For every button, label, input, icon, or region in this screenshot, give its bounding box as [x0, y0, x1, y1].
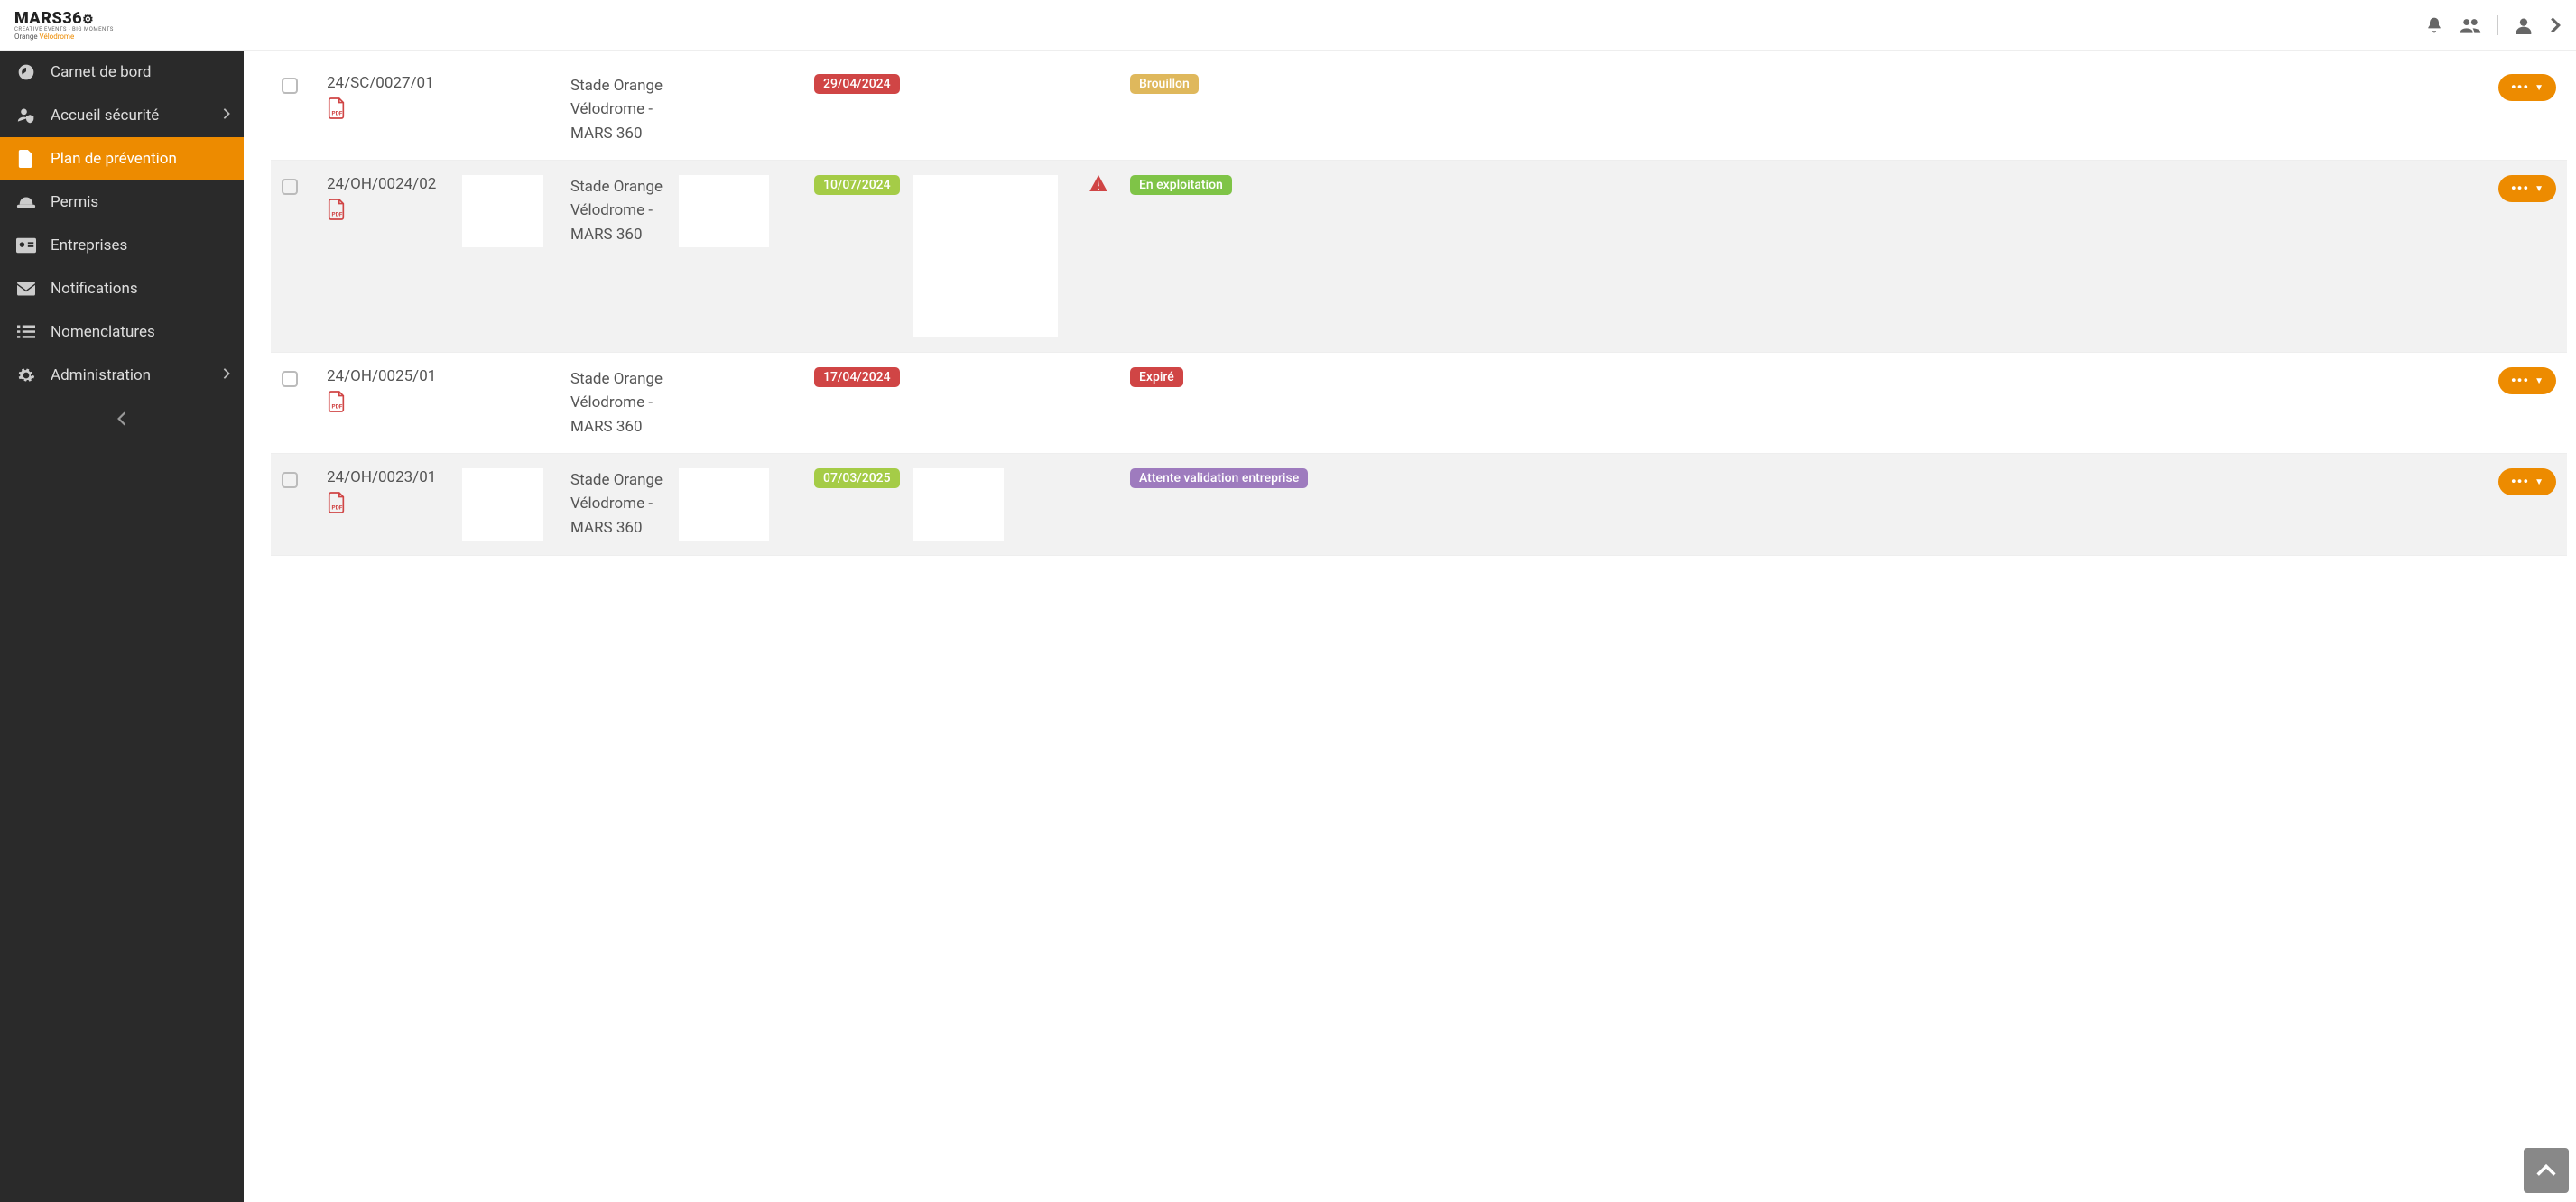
envelope-icon [16, 282, 36, 296]
row-actions-button[interactable]: ••• ▼ [2498, 367, 2556, 394]
main-content: 24/SC/0027/01 PDF Stade Orange Vélodrome -… [244, 51, 2576, 610]
reference-number: 24/OH/0025/01 [327, 367, 462, 385]
pdf-icon[interactable]: PDF [327, 391, 348, 412]
prevention-plan-table: 24/SC/0027/01 PDF Stade Orange Vélodrome -… [271, 60, 2567, 556]
header-right [2425, 15, 2562, 35]
redacted-content [679, 175, 769, 247]
location-text: Stade Orange Vélodrome - MARS 360 [570, 367, 679, 439]
sidebar-item-plan-de-prvention[interactable]: Plan de prévention [0, 137, 244, 180]
reference-number: 24/SC/0027/01 [327, 74, 462, 92]
sidebar-item-label: Carnet de bord [51, 63, 152, 81]
divider [2497, 15, 2498, 35]
row-actions-button[interactable]: ••• ▼ [2498, 468, 2556, 495]
redacted-content [462, 468, 543, 541]
dashboard-icon [16, 63, 36, 81]
sidebar-item-permis[interactable]: Permis [0, 180, 244, 224]
sidebar-item-carnet-de-bord[interactable]: Carnet de bord [0, 51, 244, 94]
date-badge: 07/03/2025 [814, 468, 900, 488]
row-checkbox[interactable] [282, 472, 298, 488]
sidebar-item-label: Permis [51, 193, 98, 211]
logo-tagline: CREATIVE EVENTS - BIG MOMENTS [14, 26, 114, 32]
redacted-content [679, 468, 769, 541]
row-actions-button[interactable]: ••• ▼ [2498, 175, 2556, 202]
sidebar-item-label: Accueil sécurité [51, 106, 159, 125]
date-badge: 10/07/2024 [814, 175, 900, 195]
svg-text:PDF: PDF [332, 504, 343, 511]
redacted-content [913, 175, 1058, 337]
row-actions-button[interactable]: ••• ▼ [2498, 74, 2556, 101]
location-text: Stade Orange Vélodrome - MARS 360 [570, 175, 679, 246]
table-row: 24/OH/0024/02 PDF Stade Orange Vélodrome -… [271, 161, 2567, 353]
ellipsis-icon: ••• [2511, 475, 2529, 489]
status-badge: Expiré [1130, 367, 1183, 387]
warning-icon [1089, 178, 1107, 195]
sidebar-item-accueil-scurit[interactable]: Accueil sécurité [0, 94, 244, 137]
ellipsis-icon: ••• [2511, 80, 2529, 95]
chevron-right-icon [222, 106, 231, 125]
pdf-icon[interactable]: PDF [327, 199, 348, 220]
sidebar: Carnet de bord Accueil sécurité Plan de pr… [0, 51, 244, 1202]
people-icon[interactable] [2460, 16, 2481, 34]
status-badge: Brouillon [1130, 74, 1199, 94]
scroll-to-top-button[interactable] [2524, 1148, 2569, 1193]
caret-down-icon: ▼ [2534, 477, 2544, 487]
caret-down-icon: ▼ [2534, 376, 2544, 386]
cog-icon [16, 366, 36, 384]
date-badge: 17/04/2024 [814, 367, 900, 387]
brand-logo[interactable]: MARS36⚙ CREATIVE EVENTS - BIG MOMENTS Or… [14, 9, 114, 41]
ellipsis-icon: ••• [2511, 374, 2529, 388]
list-icon [16, 325, 36, 339]
status-badge: En exploitation [1130, 175, 1232, 195]
location-text: Stade Orange Vélodrome - MARS 360 [570, 468, 679, 540]
chevron-right-icon[interactable] [2549, 16, 2562, 34]
svg-text:PDF: PDF [332, 402, 343, 410]
table-row: 24/SC/0027/01 PDF Stade Orange Vélodrome -… [271, 60, 2567, 161]
sidebar-item-entreprises[interactable]: Entreprises [0, 224, 244, 267]
sidebar-collapse-button[interactable] [0, 397, 244, 444]
sidebar-item-notifications[interactable]: Notifications [0, 267, 244, 310]
row-checkbox[interactable] [282, 78, 298, 94]
hardhat-icon [16, 194, 36, 210]
date-badge: 29/04/2024 [814, 74, 900, 94]
gear-icon: ⚙ [82, 13, 94, 27]
chevron-right-icon [222, 366, 231, 384]
logo-text: MARS36 [14, 9, 82, 28]
user-shield-icon [16, 106, 36, 125]
table-row: 24/OH/0023/01 PDF Stade Orange Vélodrome -… [271, 454, 2567, 556]
sidebar-item-administration[interactable]: Administration [0, 354, 244, 397]
file-icon [16, 150, 36, 168]
sidebar-item-label: Notifications [51, 280, 138, 298]
table-row: 24/OH/0025/01 PDF Stade Orange Vélodrome -… [271, 353, 2567, 454]
pdf-icon[interactable]: PDF [327, 492, 348, 513]
logo-subbrand: Orange Vélodrome [14, 32, 74, 41]
sidebar-item-label: Entreprises [51, 236, 127, 254]
reference-number: 24/OH/0023/01 [327, 468, 462, 486]
top-header: MARS36⚙ CREATIVE EVENTS - BIG MOMENTS Or… [0, 0, 2576, 51]
sidebar-item-label: Nomenclatures [51, 323, 155, 341]
bell-icon[interactable] [2425, 16, 2443, 34]
caret-down-icon: ▼ [2534, 184, 2544, 194]
caret-down-icon: ▼ [2534, 83, 2544, 93]
svg-text:PDF: PDF [332, 109, 343, 116]
sidebar-item-label: Administration [51, 366, 151, 384]
location-text: Stade Orange Vélodrome - MARS 360 [570, 74, 679, 145]
sidebar-item-nomenclatures[interactable]: Nomenclatures [0, 310, 244, 354]
row-checkbox[interactable] [282, 179, 298, 195]
row-checkbox[interactable] [282, 371, 298, 387]
svg-text:PDF: PDF [332, 210, 343, 217]
ellipsis-icon: ••• [2511, 181, 2529, 196]
redacted-content [462, 175, 543, 247]
redacted-content [913, 468, 1004, 541]
id-card-icon [16, 237, 36, 254]
sidebar-item-label: Plan de prévention [51, 150, 177, 168]
user-icon[interactable] [2515, 16, 2533, 34]
reference-number: 24/OH/0024/02 [327, 175, 462, 193]
pdf-icon[interactable]: PDF [327, 97, 348, 119]
status-badge: Attente validation entreprise [1130, 468, 1308, 488]
